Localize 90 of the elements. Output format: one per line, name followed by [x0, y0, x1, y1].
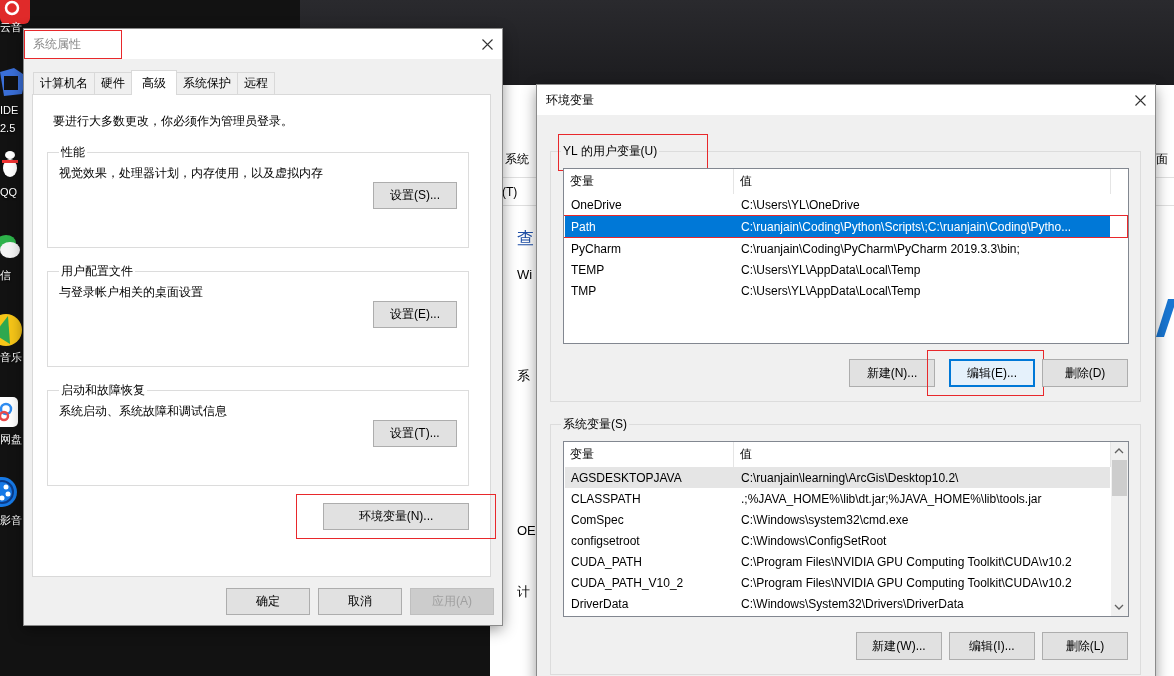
variable-row[interactable]: TMP C:\Users\YL\AppData\Local\Temp: [565, 280, 1110, 301]
dialog-button[interactable]: 取消: [318, 588, 402, 615]
variable-name: TMP: [570, 283, 598, 298]
desktop-icon-label: 2.5: [0, 122, 16, 134]
close-icon[interactable]: [481, 38, 493, 50]
variable-row[interactable]: DriverData C:\Windows\System32\Drivers\DriverData: [565, 593, 1110, 614]
group-description: 系统启动、系统故障和调试信息: [59, 403, 228, 420]
variable-value: C:\Users\YL\AppData\Local\Temp: [740, 283, 922, 298]
desktop-icon-label: 音乐: [0, 350, 22, 365]
music-app-icon[interactable]: [0, 314, 22, 346]
variable-row[interactable]: TEMP C:\Users\YL\AppData\Local\Temp: [565, 259, 1110, 280]
scroll-up-icon[interactable]: [1114, 448, 1124, 454]
window-title: 环境变量: [546, 91, 595, 109]
group-title: 系统变量(S): [563, 417, 627, 431]
variable-name: OneDrive: [570, 197, 623, 212]
desktop-icon-label: IDE: [0, 104, 19, 116]
desktop-icon-label: QQ: [0, 186, 18, 198]
list-button[interactable]: 编辑(I)...: [949, 632, 1035, 660]
section-label: OE: [517, 523, 536, 538]
group-title: YL 的用户变量(U): [563, 144, 658, 158]
group-title: 用户配置文件: [60, 263, 134, 280]
close-icon[interactable]: [1134, 94, 1146, 106]
variable-value: C:\Windows\ConfigSetRoot: [740, 533, 888, 548]
variable-name: CUDA_PATH_V10_2: [570, 575, 685, 590]
notice-text: 要进行大多数更改，你必须作为管理员登录。: [53, 113, 294, 130]
variable-name: CLASSPATH: [570, 491, 642, 506]
variable-row[interactable]: configsetroot C:\Windows\ConfigSetRoot: [565, 530, 1110, 551]
tab[interactable]: 远程: [237, 72, 275, 94]
variable-value: C:\Windows\System32\Drivers\DriverData: [740, 596, 965, 611]
variable-value: C:\ruanjain\learning\ArcGis\Desktop10.2\: [740, 470, 960, 485]
window-title: 系统属性: [33, 36, 81, 51]
desktop-icon-label: 云音: [0, 20, 22, 35]
settings-button[interactable]: 设置(T)...: [373, 420, 457, 447]
variable-row[interactable]: OneDrive C:\Users\YL\OneDrive: [565, 194, 1110, 215]
variable-row[interactable]: CLASSPATH .;%JAVA_HOME%\lib\dt.jar;%JAVA_HOME%\lib\tools.jar: [565, 488, 1110, 509]
variable-name: Path: [570, 219, 597, 234]
variable-value: C:\ruanjain\Coding\Python\Scripts\;C:\ruanjain\Coding\Pytho...: [740, 219, 1073, 234]
page-heading: 查: [517, 228, 534, 250]
variable-name: DriverData: [570, 596, 630, 611]
settings-button[interactable]: 设置(E)...: [373, 301, 457, 328]
menu-item[interactable]: (T): [502, 185, 518, 199]
media-player-icon[interactable]: [0, 476, 18, 508]
music-app-icon[interactable]: [0, 0, 30, 24]
variable-value: .;%JAVA_HOME%\lib\dt.jar;%JAVA_HOME%\lib\tools.jar: [740, 491, 1043, 506]
list-button[interactable]: 新建(W)...: [856, 632, 942, 660]
variable-row[interactable]: ComSpec C:\Windows\system32\cmd.exe: [565, 509, 1110, 530]
settings-button[interactable]: 设置(S)...: [373, 182, 457, 209]
variable-row[interactable]: PyCharm C:\ruanjain\Coding\PyCharm\PyCharm 2019.3.3\bin;: [565, 238, 1110, 259]
variable-name: PyCharm: [570, 241, 622, 256]
scrollbar[interactable]: [1111, 442, 1128, 616]
variable-value: C:\Program Files\NVIDIA GPU Computing Toolkit\CUDA\v10.2: [740, 554, 1073, 569]
list-button[interactable]: 新建(N)...: [849, 359, 935, 387]
list-button[interactable]: 删除(L): [1042, 632, 1128, 660]
section-label: 计: [517, 583, 530, 601]
variable-value: C:\ruanjain\Coding\PyCharm\PyCharm 2019.3.3\bin;: [740, 241, 1021, 256]
variable-value: C:\Windows\system32\cmd.exe: [740, 512, 910, 527]
variable-value: C:\Users\YL\OneDrive: [740, 197, 861, 212]
variable-name: CUDA_PATH: [570, 554, 643, 569]
group-description: 与登录帐户相关的桌面设置: [59, 284, 204, 301]
breadcrumb[interactable]: 系统: [505, 151, 529, 168]
desktop-icon-label: 信: [0, 268, 11, 283]
column-header[interactable]: 值: [734, 169, 1111, 194]
list-button[interactable]: 编辑(E)...: [949, 359, 1035, 387]
environment-variables-button[interactable]: 环境变量(N)...: [323, 503, 469, 530]
list-button[interactable]: 删除(D): [1042, 359, 1128, 387]
variable-row[interactable]: AGSDESKTOPJAVA C:\ruanjain\learning\ArcGis\Desktop10.2\: [565, 467, 1110, 488]
variable-row[interactable]: CUDA_PATH_V10_2 C:\Program Files\NVIDIA GPU Computing Toolkit\CUDA\v10.2: [565, 572, 1110, 593]
section-label: 系: [517, 367, 530, 385]
group-title: 性能: [60, 144, 86, 161]
variable-name: configsetroot: [570, 533, 641, 548]
scroll-down-icon[interactable]: [1114, 604, 1124, 610]
variable-row[interactable]: CUDA_PATH C:\Program Files\NVIDIA GPU Computing Toolkit\CUDA\v10.2: [565, 551, 1110, 572]
section-label: Wi: [517, 267, 533, 282]
variable-name: ComSpec: [570, 512, 625, 527]
group-title: 启动和故障恢复: [60, 382, 146, 399]
variable-value: C:\Users\YL\AppData\Local\Temp: [740, 262, 922, 277]
tab[interactable]: 计算机名: [33, 72, 95, 94]
desktop-icon-label: 网盘: [0, 432, 22, 447]
variable-value: C:\Program Files\NVIDIA GPU Computing Toolkit\CUDA\v10.2: [740, 575, 1073, 590]
breadcrumb[interactable]: 面: [1156, 151, 1168, 168]
group-description: 视觉效果，处理器计划，内存使用，以及虚拟内存: [59, 165, 324, 182]
scroll-thumb[interactable]: [1112, 460, 1127, 496]
variable-name: AGSDESKTOPJAVA: [570, 470, 683, 485]
desktop-icon-label: 影音: [0, 513, 22, 528]
tab[interactable]: 高级: [131, 70, 177, 95]
dialog-button[interactable]: 确定: [226, 588, 310, 615]
cloud-drive-icon[interactable]: [0, 397, 18, 427]
variable-row[interactable]: Path C:\ruanjain\Coding\Python\Scripts\;C:\ruanjain\Coding\Pytho...: [565, 216, 1110, 237]
variable-name: TEMP: [570, 262, 606, 277]
column-header[interactable]: 变量: [564, 169, 734, 194]
